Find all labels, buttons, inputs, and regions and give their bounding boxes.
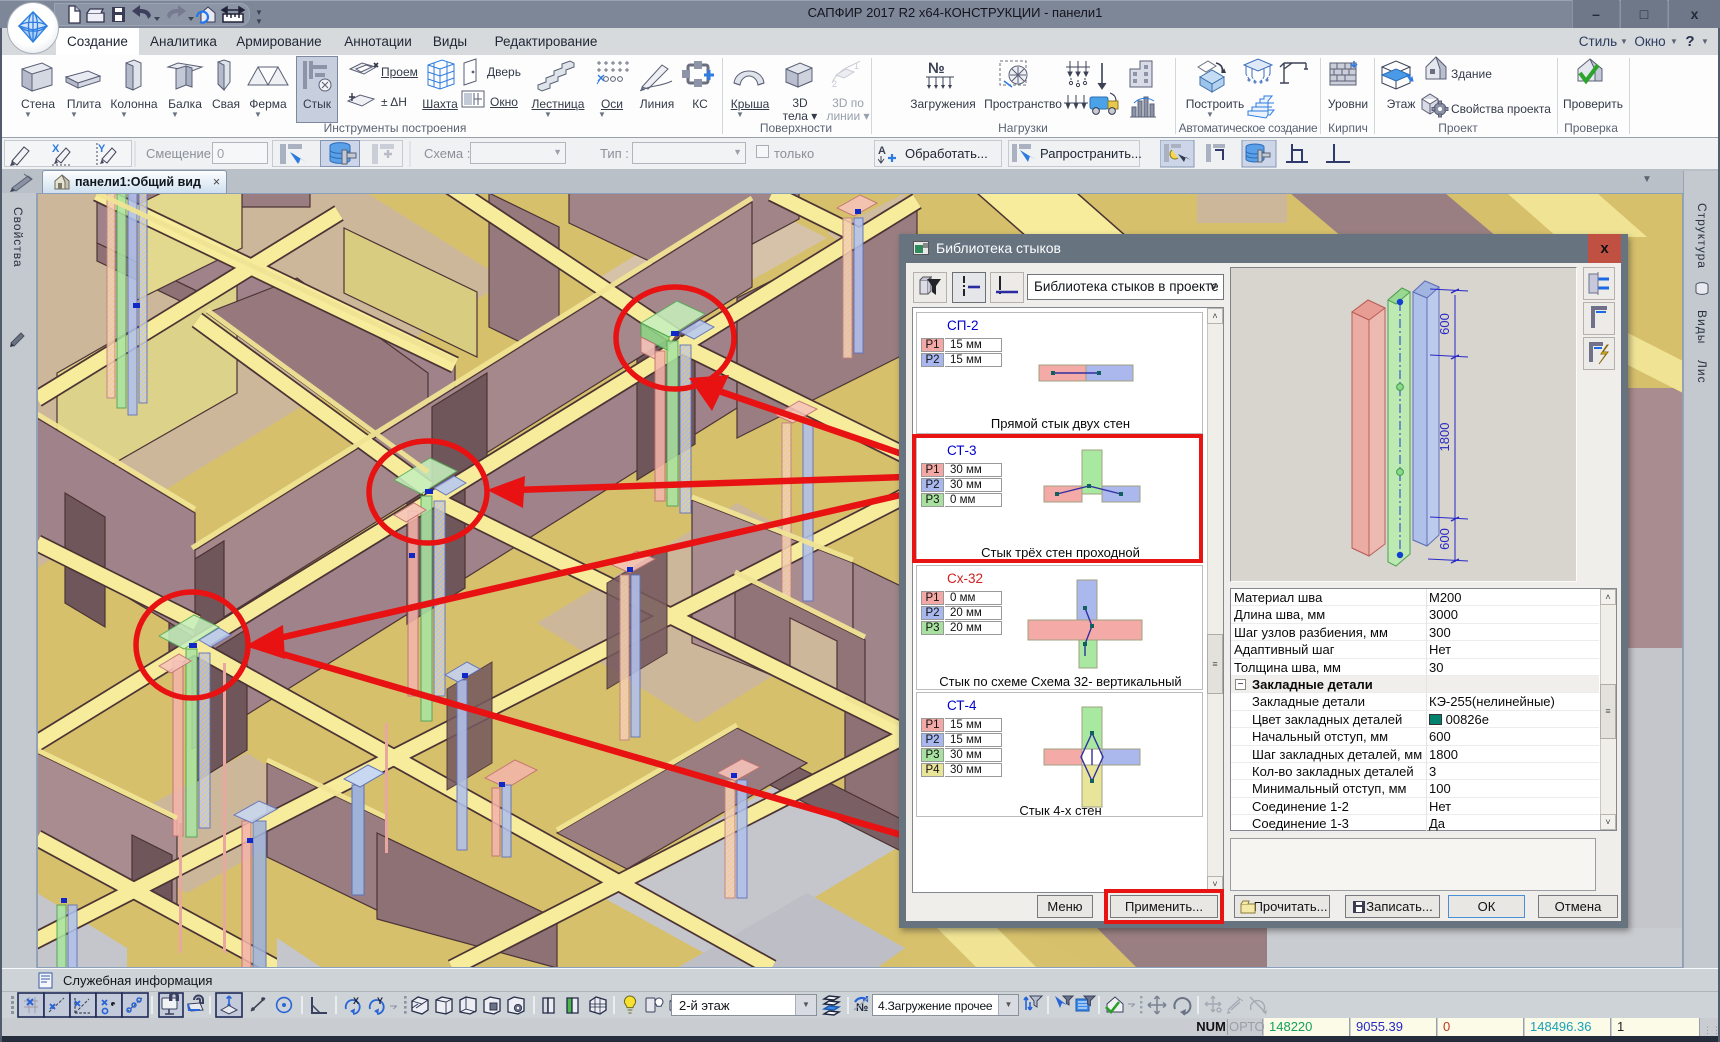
svg-text:Y: Y — [377, 996, 383, 1006]
svg-text:Y: Y — [98, 143, 106, 155]
svg-text:X: X — [52, 143, 60, 155]
svg-text:2: 2 — [832, 79, 837, 89]
svg-text:1: 1 — [854, 61, 859, 71]
svg-text:X: X — [353, 996, 359, 1006]
svg-text:A: A — [878, 145, 886, 157]
svg-text:600: 600 — [1437, 528, 1452, 550]
svg-text:№: № — [928, 60, 945, 77]
svg-text:1800: 1800 — [1437, 423, 1452, 452]
svg-text:600: 600 — [1437, 313, 1452, 335]
